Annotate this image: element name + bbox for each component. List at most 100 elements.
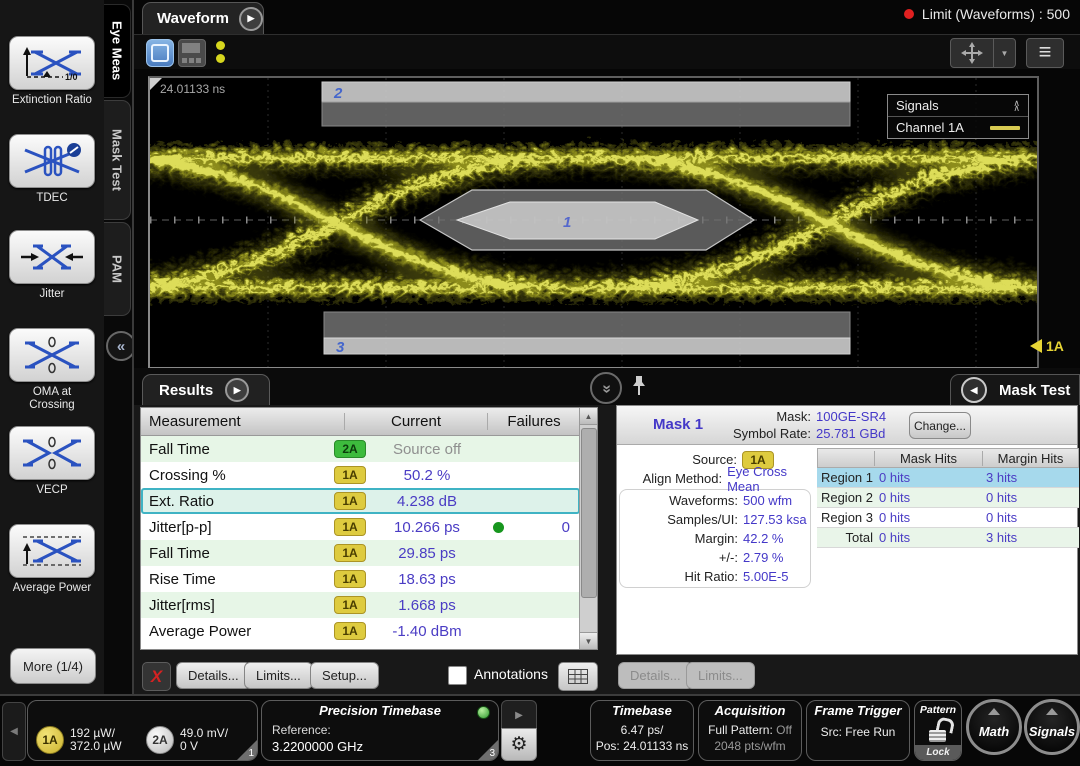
pattern-lock-panel[interactable]: Pattern Lock [914, 700, 962, 761]
lock-label: Lock [915, 745, 961, 760]
signals-button[interactable]: Signals [1024, 699, 1080, 755]
table-row[interactable]: Jitter[rms] 1A 1.668 ps [141, 592, 580, 618]
results-table: Measurement Current Failures Fall Time 2… [140, 407, 598, 650]
marker-arrow-icon [1030, 339, 1042, 353]
mask-stats-box: Waveforms:500 wfm Samples/UI:127.53 ksa … [619, 489, 811, 588]
vecp-button[interactable] [9, 426, 95, 480]
table-row-selected[interactable]: Ext. Ratio 1A 4.238 dB [141, 488, 580, 514]
table-row[interactable]: Fall Time 1A 29.85 ps [141, 540, 580, 566]
sidebar-item-vecp[interactable]: VECP [2, 426, 102, 497]
timebase-panel[interactable]: Timebase 6.47 ps/ Pos: 24.01133 ns [590, 700, 694, 761]
table-row[interactable]: Fall Time 2A Source off [141, 436, 580, 462]
tab-pam[interactable]: PAM [104, 222, 131, 316]
scroll-up-button[interactable]: ▲ [580, 408, 597, 425]
single-display-icon [151, 44, 169, 62]
precision-timebase-panel[interactable]: Precision Timebase Reference: 3.2200000 … [261, 700, 499, 761]
frame-trigger-panel[interactable]: Frame Trigger Src: Free Run [806, 700, 910, 761]
tab-results[interactable]: Results ▶ [142, 374, 270, 405]
marker-label: 1A [1046, 338, 1064, 354]
table-row[interactable]: Region 2 0 hits 0 hits [817, 488, 1079, 508]
source-badge: 1A [334, 518, 366, 536]
sidebar-item-tdec[interactable]: TDEC [2, 134, 102, 205]
channels-panel[interactable]: 1A 192 µW/372.0 µW 2A 49.0 mV/0 V 1 [27, 700, 258, 761]
channel-marker[interactable]: 1A [1030, 338, 1064, 354]
signals-legend[interactable]: Signals ∧∧ Channel 1A [887, 94, 1029, 139]
play-icon[interactable]: ▶ [225, 378, 249, 402]
tab-mask-test[interactable]: Mask Test [104, 100, 131, 220]
scroll-down-button[interactable]: ▼ [580, 632, 597, 649]
collapse-panel-button[interactable]: » [590, 372, 622, 404]
oma-at-crossing-button[interactable] [9, 328, 95, 382]
play-icon[interactable]: ▶ [239, 7, 263, 31]
back-icon[interactable]: ◀ [961, 377, 987, 403]
sidebar-item-extinction-ratio[interactable]: 1/0 Extinction Ratio [2, 36, 102, 107]
channel-2a-readout[interactable]: 2A 49.0 mV/0 V [146, 726, 228, 754]
table-row[interactable]: Region 3 0 hits 0 hits [817, 508, 1079, 528]
table-row[interactable]: Crossing % 1A 50.2 % [141, 462, 580, 488]
limits-button[interactable]: Limits... [244, 662, 313, 689]
jitter-button[interactable] [9, 230, 95, 284]
average-power-button[interactable] [9, 524, 95, 578]
column-measurement: Measurement [141, 413, 344, 430]
acquisition-panel[interactable]: Acquisition Full Pattern: Off 2048 pts/w… [698, 700, 802, 761]
table-row[interactable]: Average Power 1A -1.40 dBm [141, 618, 580, 644]
scroll-panels-left-button[interactable]: ◀ [2, 702, 26, 761]
limit-text: Limit (Waveforms) : 500 [922, 6, 1070, 22]
eye-diagram-display[interactable]: 2 3 1 24.01133 ns Signals ∧∧ [148, 76, 1039, 369]
channel-1a-offset: 372.0 µW [70, 739, 122, 753]
delete-measurement-button[interactable]: X [142, 662, 171, 691]
move-tool-dropdown[interactable]: ▼ [994, 38, 1016, 68]
tab-waveform[interactable]: Waveform ▶ [142, 2, 264, 34]
results-tab-label: Results [159, 382, 213, 399]
tab-mask-test-panel[interactable]: ◀ Mask Test [950, 374, 1080, 405]
sidebar-item-average-power[interactable]: Average Power [2, 524, 102, 595]
panel-number: 1 [248, 748, 254, 759]
points-per-waveform: 2048 pts/wfm [699, 739, 801, 753]
sidebar-item-oma[interactable]: OMA at Crossing [2, 328, 102, 412]
results-scrollbar[interactable]: ▲ ▼ [579, 408, 597, 649]
panel-corner-fold-icon [478, 740, 498, 760]
channel-2a-scale: 49.0 mV/ [180, 726, 228, 740]
table-row[interactable]: Rise Time 1A 18.63 ps [141, 566, 580, 592]
extinction-ratio-icon: 1/0 [19, 44, 85, 82]
waveform-tab-label: Waveform [157, 10, 229, 27]
tab-eye-meas[interactable]: Eye Meas [104, 4, 131, 98]
average-power-icon [19, 532, 85, 570]
single-display-button[interactable] [146, 39, 174, 67]
display-menu-button[interactable]: ≡ [1026, 38, 1064, 68]
grid-display-button[interactable] [178, 39, 206, 67]
details-button[interactable]: Details... [176, 662, 251, 689]
table-row[interactable]: Region 1 0 hits 3 hits [817, 468, 1079, 488]
annotations-checkbox[interactable] [448, 666, 467, 685]
precision-timebase-title: Precision Timebase [262, 703, 498, 718]
more-measurements-button[interactable]: More (1/4) [10, 648, 96, 684]
table-row-total[interactable]: Total 0 hits 3 hits [817, 528, 1079, 548]
mask-details-button[interactable]: Details... [618, 662, 693, 689]
svg-text:1/0: 1/0 [65, 72, 78, 82]
setup-button[interactable]: Setup... [310, 662, 379, 689]
extinction-ratio-button[interactable]: 1/0 [9, 36, 95, 90]
channel-1a-readout[interactable]: 1A 192 µW/372.0 µW [36, 726, 122, 754]
legend-collapse-icon[interactable]: ∧∧ [1013, 101, 1020, 111]
sidebar-item-label: Jitter [2, 288, 102, 301]
change-mask-button[interactable]: Change... [909, 412, 971, 439]
table-row[interactable]: Jitter[p-p] 1A 10.266 ps 0 [141, 514, 580, 540]
settings-button[interactable]: ⚙ [501, 728, 537, 761]
mask-test-content: Mask 1 Mask: 100GE-SR4 Symbol Rate: 25.7… [616, 405, 1078, 655]
hits-table: Mask Hits Margin Hits Region 1 0 hits 3 … [817, 448, 1079, 548]
grab-handle-dot-icon[interactable] [216, 54, 225, 63]
display-toolbar: ▼ ≡ [134, 34, 1080, 69]
mask-limits-button[interactable]: Limits... [686, 662, 755, 689]
move-tool-button[interactable] [950, 38, 994, 68]
scrollbar-thumb[interactable] [581, 428, 597, 598]
tdec-button[interactable] [9, 134, 95, 188]
channel-color-swatch [990, 126, 1020, 130]
scroll-panels-right-button[interactable]: ▶ [501, 700, 537, 730]
vecp-icon [19, 434, 85, 472]
sidebar-item-jitter[interactable]: Jitter [2, 230, 102, 301]
table-view-button[interactable] [558, 662, 598, 691]
grab-handle-dot-icon[interactable] [216, 41, 225, 50]
math-button[interactable]: Math [966, 699, 1022, 755]
pin-panel-button[interactable] [632, 375, 646, 402]
mask-label: Mask: [705, 409, 811, 424]
